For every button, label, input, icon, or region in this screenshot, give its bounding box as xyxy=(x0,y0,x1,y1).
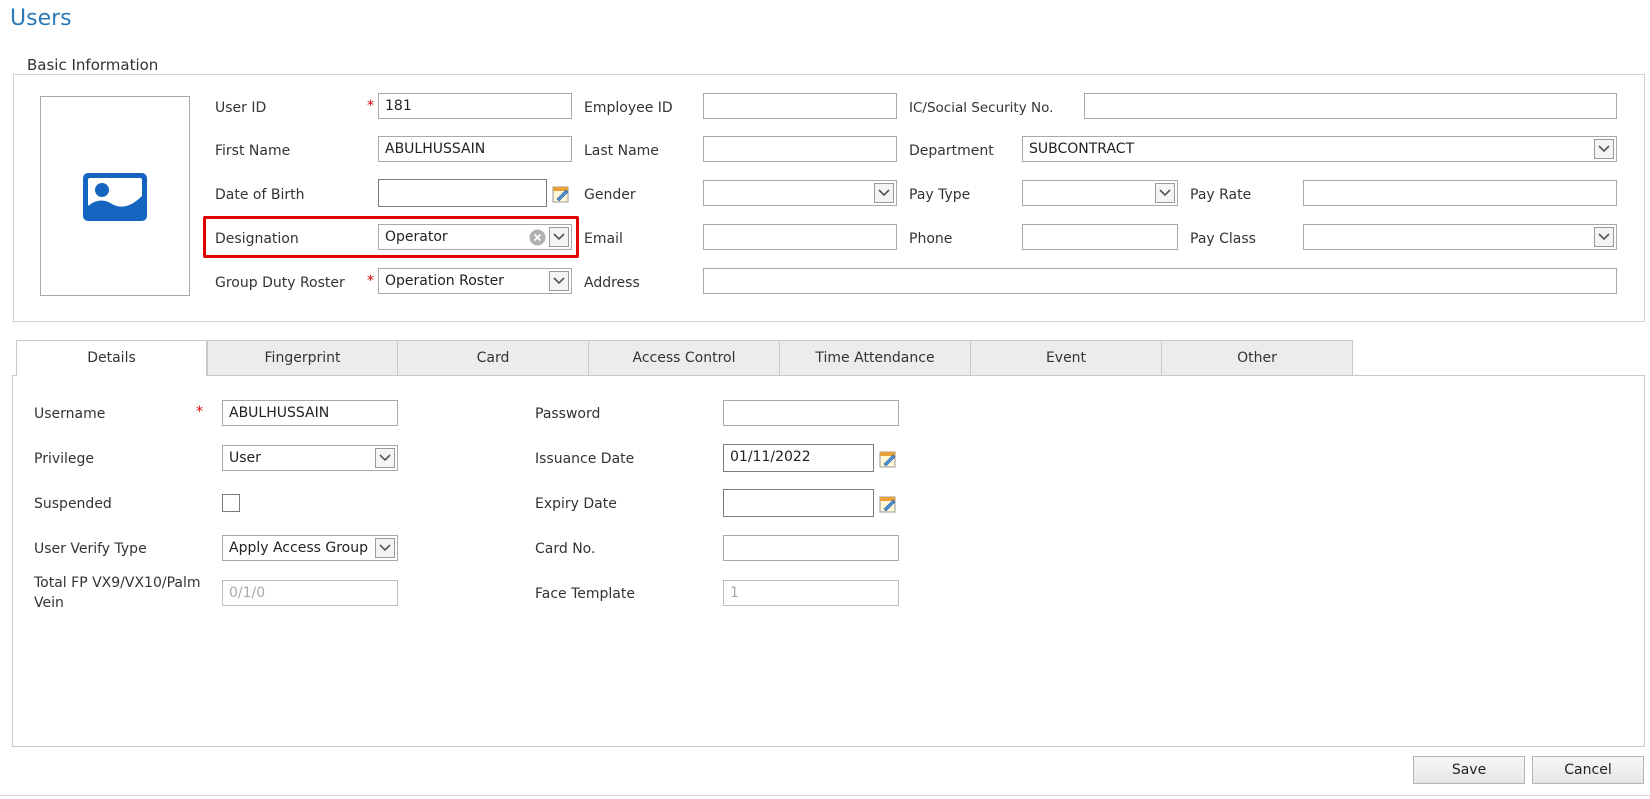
pay-type-label: Pay Type xyxy=(909,187,971,203)
calendar-icon[interactable] xyxy=(878,449,898,469)
group-duty-roster-required-mark: * xyxy=(367,273,374,289)
phone-input[interactable] xyxy=(1022,224,1178,250)
face-template-input: 1 xyxy=(723,580,899,606)
chevron-down-icon[interactable] xyxy=(1594,227,1614,247)
privilege-value: User xyxy=(229,450,261,466)
email-label: Email xyxy=(584,231,623,247)
suspended-label: Suspended xyxy=(34,496,112,512)
total-fp-label-line1: Total FP VX9/VX10/Palm xyxy=(34,575,201,591)
pay-class-label: Pay Class xyxy=(1190,231,1256,247)
username-label: Username xyxy=(34,406,106,422)
username-input[interactable]: ABULHUSSAIN xyxy=(222,400,398,426)
gender-label: Gender xyxy=(584,187,636,203)
pay-type-select[interactable] xyxy=(1022,180,1178,206)
password-input[interactable] xyxy=(723,400,899,426)
chevron-down-icon[interactable] xyxy=(1594,139,1614,159)
chevron-down-icon[interactable] xyxy=(375,538,395,558)
group-duty-roster-select[interactable]: Operation Roster xyxy=(378,268,572,294)
employee-id-label: Employee ID xyxy=(584,100,673,116)
tab-access-control[interactable]: Access Control xyxy=(588,340,780,376)
first-name-label: First Name xyxy=(215,143,291,159)
password-label: Password xyxy=(535,406,601,422)
tab-other[interactable]: Other xyxy=(1161,340,1353,376)
details-panel xyxy=(12,375,1645,747)
page-title: Users xyxy=(10,6,72,31)
pay-rate-label: Pay Rate xyxy=(1190,187,1252,203)
photo-box[interactable] xyxy=(40,96,190,296)
expiry-date-input[interactable] xyxy=(723,489,874,517)
card-no-label: Card No. xyxy=(535,541,596,557)
dob-input[interactable] xyxy=(378,179,547,207)
employee-id-input[interactable] xyxy=(703,93,897,119)
group-duty-roster-value: Operation Roster xyxy=(385,273,504,289)
tab-fingerprint[interactable]: Fingerprint xyxy=(207,340,398,376)
phone-label: Phone xyxy=(909,231,953,247)
chevron-down-icon[interactable] xyxy=(874,183,894,203)
address-input[interactable] xyxy=(703,268,1617,294)
privilege-select[interactable]: User xyxy=(222,445,398,471)
department-label: Department xyxy=(909,143,994,159)
user-verify-type-label: User Verify Type xyxy=(34,541,147,557)
dob-label: Date of Birth xyxy=(215,187,305,203)
designation-value: Operator xyxy=(385,229,448,245)
basic-info-legend: Basic Information xyxy=(24,56,162,74)
address-label: Address xyxy=(584,275,640,291)
gender-select[interactable] xyxy=(703,180,897,206)
tab-details[interactable]: Details xyxy=(16,340,207,376)
chevron-down-icon[interactable] xyxy=(375,448,395,468)
privilege-label: Privilege xyxy=(34,451,95,467)
designation-select[interactable]: Operator xyxy=(378,224,572,250)
ic-ssn-label: IC/Social Security No. xyxy=(909,100,1054,116)
calendar-icon[interactable] xyxy=(878,494,898,514)
department-value: SUBCONTRACT xyxy=(1029,141,1135,157)
username-required-mark: * xyxy=(196,404,203,420)
user-verify-type-value: Apply Access Group xyxy=(229,540,368,556)
user-id-label: User ID xyxy=(215,100,267,116)
designation-label: Designation xyxy=(215,231,299,247)
ic-ssn-input[interactable] xyxy=(1084,93,1617,119)
tab-card[interactable]: Card xyxy=(397,340,589,376)
chevron-down-icon[interactable] xyxy=(549,227,569,247)
department-select[interactable]: SUBCONTRACT xyxy=(1022,136,1617,162)
bottom-divider xyxy=(0,795,1650,796)
total-fp-input: 0/1/0 xyxy=(222,580,398,606)
issuance-date-label: Issuance Date xyxy=(535,451,635,467)
suspended-checkbox[interactable] xyxy=(222,494,240,512)
tab-time-attendance[interactable]: Time Attendance xyxy=(779,340,971,376)
group-duty-roster-label: Group Duty Roster xyxy=(215,275,345,291)
chevron-down-icon[interactable] xyxy=(1155,183,1175,203)
pay-class-select[interactable] xyxy=(1303,224,1617,250)
clear-icon[interactable] xyxy=(529,229,546,249)
cancel-button[interactable]: Cancel xyxy=(1532,756,1644,784)
last-name-label: Last Name xyxy=(584,143,659,159)
calendar-icon[interactable] xyxy=(551,184,571,204)
chevron-down-icon[interactable] xyxy=(549,271,569,291)
face-template-label: Face Template xyxy=(535,586,635,602)
image-placeholder-icon xyxy=(82,172,148,226)
expiry-date-label: Expiry Date xyxy=(535,496,617,512)
card-no-input[interactable] xyxy=(723,535,899,561)
email-input[interactable] xyxy=(703,224,897,250)
user-id-required-mark: * xyxy=(367,98,374,114)
issuance-date-input[interactable]: 01/11/2022 xyxy=(723,444,874,472)
total-fp-label-line2: Vein xyxy=(34,595,64,611)
last-name-input[interactable] xyxy=(703,136,897,162)
user-verify-type-select[interactable]: Apply Access Group xyxy=(222,535,398,561)
first-name-input[interactable]: ABULHUSSAIN xyxy=(378,136,572,162)
tab-event[interactable]: Event xyxy=(970,340,1162,376)
save-button[interactable]: Save xyxy=(1413,756,1525,784)
user-id-input[interactable]: 181 xyxy=(378,93,572,119)
pay-rate-input[interactable] xyxy=(1303,180,1617,206)
